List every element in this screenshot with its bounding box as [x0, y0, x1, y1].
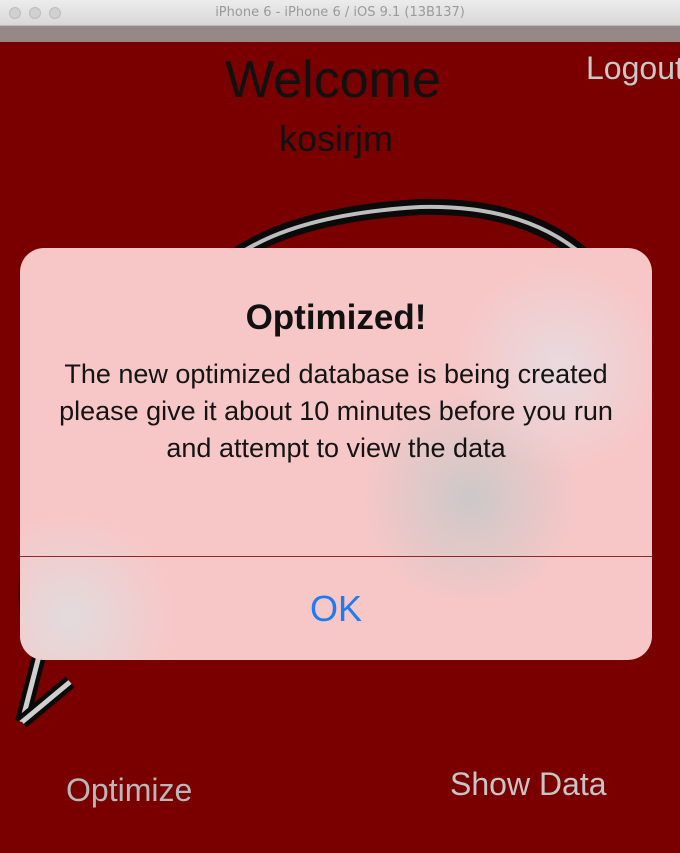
logout-button[interactable]: Logout [586, 50, 680, 87]
alert-ok-button[interactable]: OK [20, 557, 652, 660]
welcome-heading: Welcome [225, 51, 441, 109]
show-data-button[interactable]: Show Data [450, 766, 607, 803]
status-bar [0, 26, 680, 42]
alert-title: Optimized! [245, 298, 427, 337]
window-title: iPhone 6 - iPhone 6 / iOS 9.1 (13B137) [215, 5, 465, 20]
username-label: kosirjm [279, 118, 393, 159]
alert-message: The new optimized database is being crea… [59, 359, 613, 463]
simulator-title-bar: iPhone 6 - iPhone 6 / iOS 9.1 (13B137) [0, 0, 680, 26]
alert-dialog: Optimized! The new optimized database is… [20, 248, 652, 660]
optimize-button[interactable]: Optimize [66, 772, 192, 809]
